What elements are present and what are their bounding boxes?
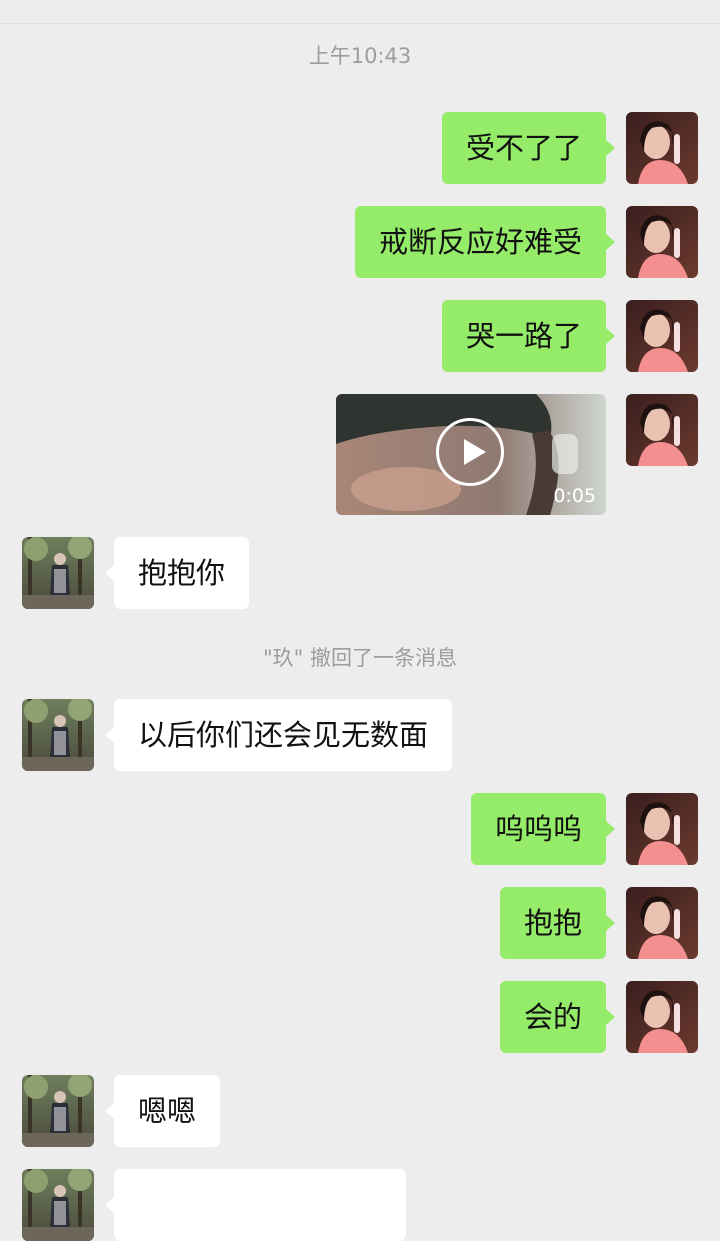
contact-avatar[interactable] [22, 1075, 94, 1147]
video-message[interactable]: 0:05 [336, 394, 606, 515]
timestamp: 上午10:43 [308, 44, 412, 68]
message-bubble[interactable]: 抱抱 [499, 887, 616, 959]
my-avatar[interactable] [626, 793, 698, 865]
my-avatar[interactable] [626, 300, 698, 372]
contact-avatar[interactable] [22, 1169, 94, 1241]
message-bubble[interactable]: 哭一路了 [441, 300, 616, 372]
message-bubble[interactable]: 会的 [499, 981, 616, 1053]
my-avatar[interactable] [626, 206, 698, 278]
message-bubble[interactable]: 以后你们还会见无数面 [104, 699, 453, 771]
contact-avatar[interactable] [22, 537, 94, 609]
message-bubble-partial[interactable] [105, 1169, 406, 1241]
play-icon[interactable] [436, 418, 504, 486]
message-bubble[interactable]: 戒断反应好难受 [354, 206, 616, 278]
my-avatar[interactable] [626, 981, 698, 1053]
top-bar [0, 0, 720, 24]
my-avatar[interactable] [626, 394, 698, 466]
message-bubble[interactable]: 抱抱你 [104, 537, 250, 609]
recall-notice: "玖" 撤回了一条消息 [263, 646, 457, 670]
video-duration: 0:05 [553, 485, 596, 507]
message-bubble[interactable]: 嗯嗯 [104, 1075, 221, 1147]
contact-avatar[interactable] [22, 699, 94, 771]
my-avatar[interactable] [626, 112, 698, 184]
message-bubble[interactable]: 呜呜呜 [470, 793, 616, 865]
my-avatar[interactable] [626, 887, 698, 959]
message-bubble[interactable]: 受不了了 [441, 112, 616, 184]
